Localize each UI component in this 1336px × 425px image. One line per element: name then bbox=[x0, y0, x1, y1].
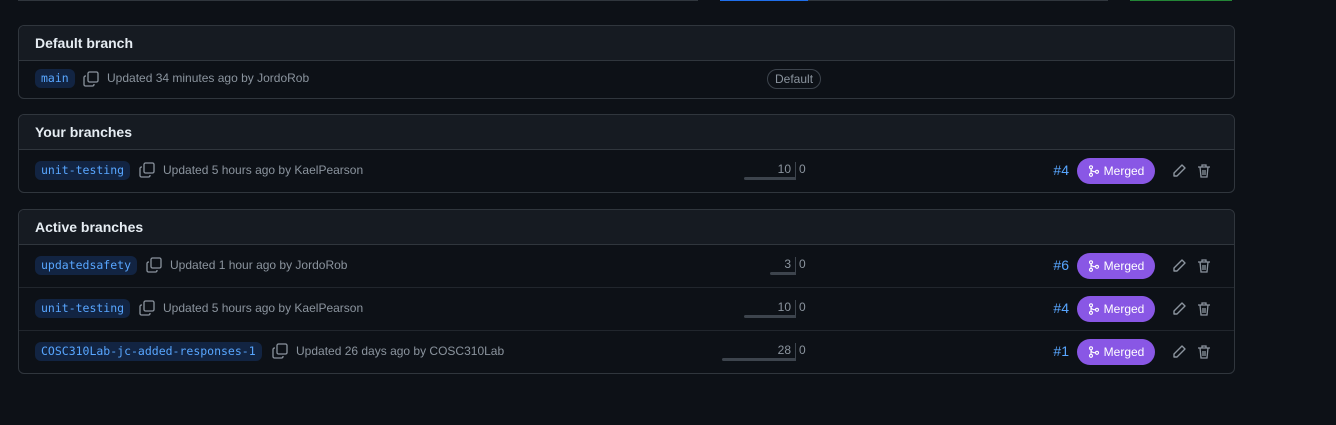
section-title: Active branches bbox=[19, 210, 1234, 245]
copy-icon[interactable] bbox=[139, 162, 155, 178]
merge-icon bbox=[1088, 165, 1099, 177]
branch-name-link[interactable]: unit-testing bbox=[35, 161, 131, 180]
trash-icon[interactable] bbox=[1196, 344, 1212, 360]
behind-bar bbox=[744, 315, 796, 318]
copy-icon[interactable] bbox=[272, 343, 288, 359]
filter-edge[interactable] bbox=[808, 0, 1108, 1]
pr-link[interactable]: #6 bbox=[1039, 257, 1069, 273]
updated-text: Updated 1 hour ago by JordoRob bbox=[170, 258, 348, 272]
pr-link[interactable]: #1 bbox=[1039, 343, 1069, 359]
merged-status-button[interactable]: Merged bbox=[1077, 339, 1155, 365]
new-branch-button-edge[interactable] bbox=[1130, 0, 1232, 1]
pr-link[interactable]: #4 bbox=[1039, 300, 1069, 316]
branch-name-link[interactable]: COSC310Lab-jc-added-responses-1 bbox=[35, 342, 262, 361]
merge-icon bbox=[1088, 303, 1099, 315]
branch-name-link[interactable]: unit-testing bbox=[35, 299, 131, 318]
behind-count: 3 bbox=[784, 257, 791, 271]
merged-status-button[interactable]: Merged bbox=[1077, 296, 1155, 322]
default-branch-box: Default branch main Updated 34 minutes a… bbox=[18, 25, 1235, 99]
section-title: Your branches bbox=[19, 115, 1234, 150]
trash-icon[interactable] bbox=[1196, 258, 1212, 274]
copy-icon[interactable] bbox=[146, 257, 162, 273]
active-branches-box: Active branches updatedsafety Updated 1 … bbox=[18, 209, 1235, 374]
merged-label: Merged bbox=[1103, 259, 1145, 273]
branch-row: COSC310Lab-jc-added-responses-1 Updated … bbox=[19, 330, 1234, 373]
behind-count: 28 bbox=[777, 343, 791, 357]
trash-icon[interactable] bbox=[1196, 163, 1212, 179]
branch-name-link[interactable]: updatedsafety bbox=[35, 256, 138, 275]
behind-bar bbox=[722, 358, 796, 361]
behind-bar bbox=[770, 272, 796, 275]
branch-row: unit-testing Updated 5 hours ago by Kael… bbox=[19, 287, 1234, 330]
branch-name-link[interactable]: main bbox=[35, 69, 75, 88]
merged-status-button[interactable]: Merged bbox=[1077, 253, 1155, 279]
updated-text: Updated 34 minutes ago by JordoRob bbox=[107, 71, 310, 85]
merged-label: Merged bbox=[1103, 345, 1145, 359]
updated-text: Updated 5 hours ago by KaelPearson bbox=[163, 301, 364, 315]
tab-underline[interactable] bbox=[720, 0, 808, 1]
section-title: Default branch bbox=[19, 26, 1234, 61]
merged-label: Merged bbox=[1103, 164, 1145, 178]
pencil-icon[interactable] bbox=[1171, 258, 1187, 274]
branch-row: unit-testing Updated 5 hours ago by Kael… bbox=[19, 150, 1234, 192]
ahead-count: 0 bbox=[799, 257, 806, 271]
behind-count: 10 bbox=[777, 300, 791, 314]
updated-text: Updated 5 hours ago by KaelPearson bbox=[163, 163, 364, 177]
search-input-edge[interactable] bbox=[18, 0, 698, 1]
merged-label: Merged bbox=[1103, 302, 1145, 316]
pencil-icon[interactable] bbox=[1171, 163, 1187, 179]
behind-count: 10 bbox=[777, 162, 791, 176]
pencil-icon[interactable] bbox=[1171, 344, 1187, 360]
top-strip bbox=[0, 0, 1336, 2]
pr-link[interactable]: #4 bbox=[1039, 162, 1069, 178]
your-branches-box: Your branches unit-testing Updated 5 hou… bbox=[18, 114, 1235, 193]
merge-icon bbox=[1088, 346, 1099, 358]
branch-row: updatedsafety Updated 1 hour ago by Jord… bbox=[19, 245, 1234, 287]
copy-icon[interactable] bbox=[139, 300, 155, 316]
merge-icon bbox=[1088, 260, 1099, 272]
ahead-count: 0 bbox=[799, 343, 806, 357]
copy-icon[interactable] bbox=[83, 71, 99, 87]
trash-icon[interactable] bbox=[1196, 301, 1212, 317]
ahead-count: 0 bbox=[799, 300, 806, 314]
behind-bar bbox=[744, 177, 796, 180]
default-badge: Default bbox=[767, 69, 822, 89]
branch-row: main Updated 34 minutes ago by JordoRob … bbox=[19, 61, 1234, 97]
ahead-count: 0 bbox=[799, 162, 806, 176]
merged-status-button[interactable]: Merged bbox=[1077, 158, 1155, 184]
pencil-icon[interactable] bbox=[1171, 301, 1187, 317]
updated-text: Updated 26 days ago by COSC310Lab bbox=[296, 344, 505, 358]
